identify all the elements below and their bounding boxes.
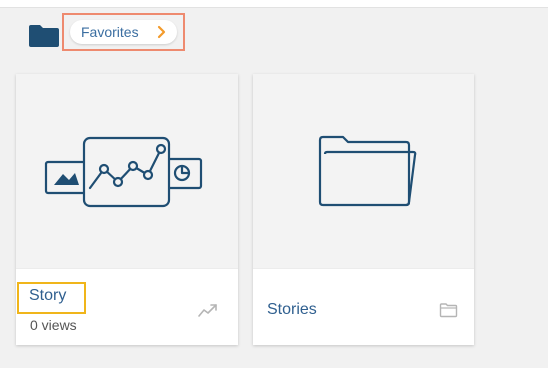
stories-thumbnail bbox=[253, 74, 474, 269]
folder-icon bbox=[318, 135, 417, 207]
story-view-count: 0 views bbox=[30, 317, 77, 333]
folder-icon bbox=[439, 302, 458, 318]
breadcrumb-label: Favorites bbox=[81, 24, 139, 40]
story-card[interactable]: Story 0 views bbox=[16, 74, 238, 345]
story-chart-icon bbox=[44, 136, 203, 208]
stories-folder-card[interactable]: Stories bbox=[253, 74, 474, 345]
breadcrumb: Favorites bbox=[62, 13, 185, 51]
story-title[interactable]: Story bbox=[29, 287, 66, 305]
story-thumbnail bbox=[16, 74, 238, 269]
home-folder-icon[interactable] bbox=[28, 24, 60, 48]
stories-title[interactable]: Stories bbox=[267, 301, 317, 319]
chevron-right-icon bbox=[156, 25, 168, 39]
top-divider bbox=[0, 0, 548, 8]
breadcrumb-item-favorites[interactable]: Favorites bbox=[70, 20, 177, 44]
trend-line-icon bbox=[198, 302, 218, 318]
